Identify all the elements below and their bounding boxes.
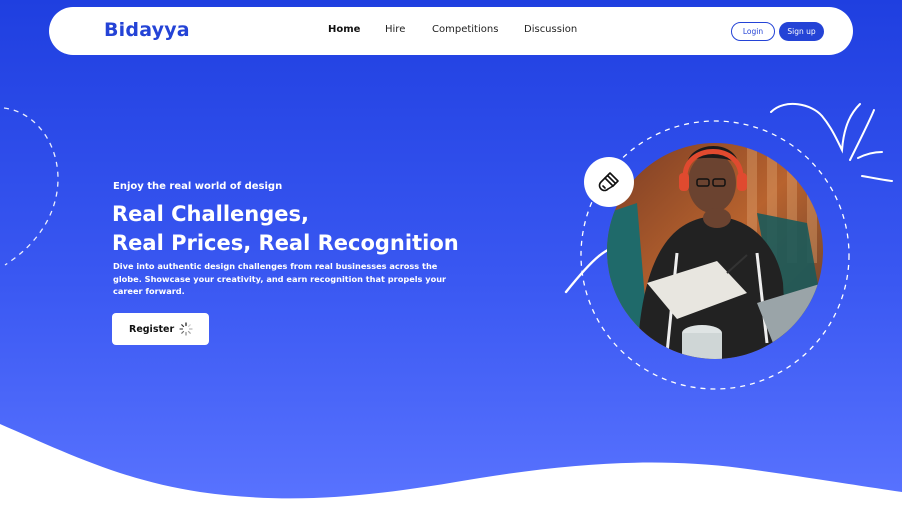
nav-link-competitions[interactable]: Competitions [432,24,498,35]
register-button-label: Register [129,323,175,335]
nav-link-home[interactable]: Home [328,24,360,35]
designer-photo-illustration [607,143,823,359]
hero-headline-line-1: Real Challenges, [112,202,309,226]
hero-headline-line-2: Real Prices, Real Recognition [112,231,459,255]
top-navbar: Bidayya Home Hire Competitions Discussio… [49,7,853,55]
hero-eyebrow: Enjoy the real world of design [113,181,283,192]
hero-headline: Real Challenges, Real Prices, Real Recog… [112,200,459,258]
nav-link-discussion[interactable]: Discussion [524,24,577,35]
paintbrush-icon [598,172,619,192]
hero-description: Dive into authentic design challenges fr… [113,261,447,296]
nav-link-hire[interactable]: Hire [385,24,405,35]
signup-button[interactable]: Sign up [779,22,824,41]
brand-logo[interactable]: Bidayya [104,19,190,41]
hero-photo [607,143,823,359]
loading-spinner-icon [179,322,193,336]
login-button[interactable]: Login [731,22,775,41]
paintbrush-badge [584,157,634,207]
register-button[interactable]: Register [112,313,209,345]
